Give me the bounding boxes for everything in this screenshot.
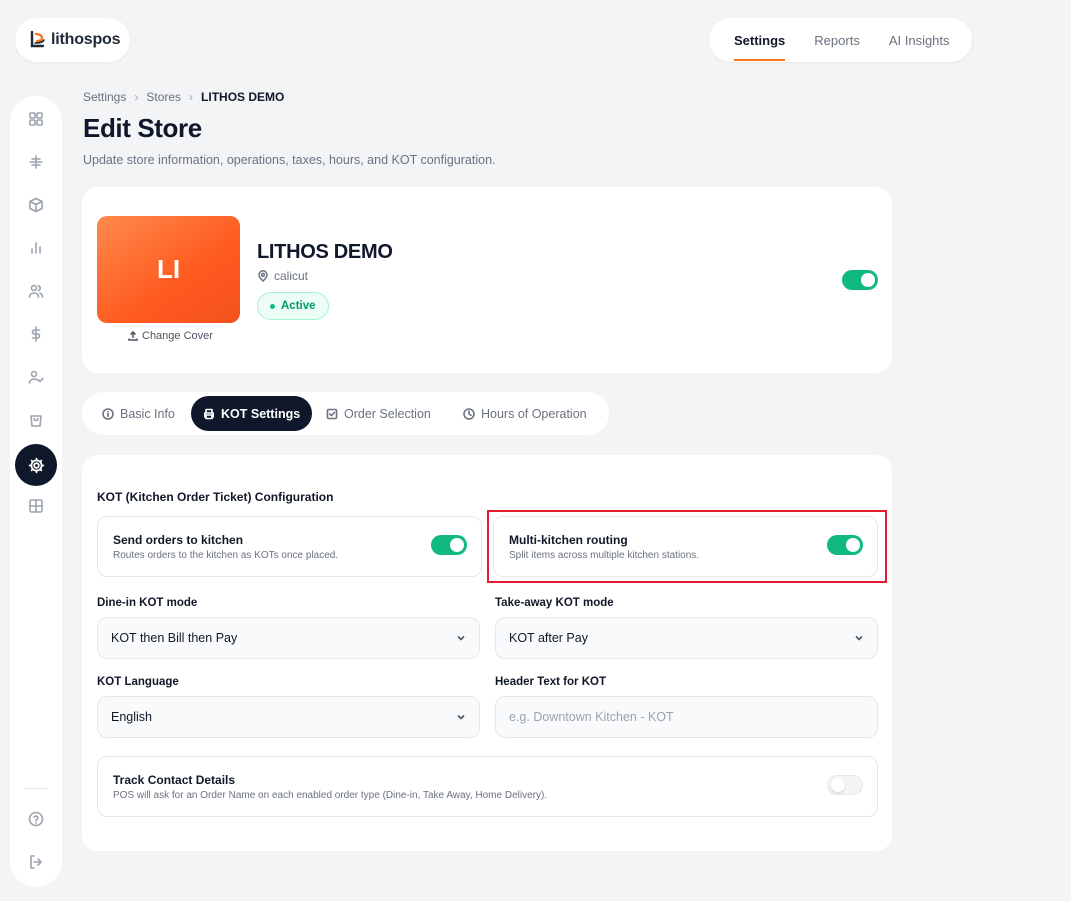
chart-icon[interactable] [25,237,47,259]
tab-hours-label: Hours of Operation [481,406,587,421]
chevron-down-icon [455,711,467,723]
breadcrumb-current: LITHOS DEMO [201,90,285,104]
store-location: calicut [257,269,308,283]
clock-icon [463,407,475,420]
take-away-value: KOT after Pay [509,631,588,645]
brand-name: lithospos [51,31,121,48]
track-contact-desc: POS will ask for an Order Name on each e… [113,790,548,801]
page-title: Edit Store [83,113,202,143]
chevron-down-icon [455,632,467,644]
upload-icon [128,331,138,341]
breadcrumb-separator: › [189,90,194,104]
users-icon[interactable] [25,280,47,302]
dollar-icon[interactable] [25,323,47,345]
store-card: LI Change Cover LITHOS DEMO calicut Acti… [82,187,892,373]
printer-icon [204,408,214,419]
kot-language-value: English [111,710,152,724]
info-icon [102,407,114,420]
box-icon[interactable] [25,194,47,216]
grid-icon[interactable] [25,495,47,517]
send-orders-toggle[interactable] [431,535,467,555]
breadcrumb: Settings › Stores › LITHOS DEMO [83,90,284,104]
change-cover-label: Change Cover [142,330,213,342]
tab-kot-settings[interactable]: KOT Settings [191,396,313,431]
sidebar-divider [24,788,48,789]
brand-logo[interactable]: lithospos [15,18,130,62]
bag-icon[interactable] [25,409,47,431]
breadcrumb-settings[interactable]: Settings [83,90,126,104]
help-icon[interactable] [25,808,47,830]
chevron-down-icon [853,632,865,644]
gear-icon[interactable] [15,444,57,486]
logout-icon[interactable] [25,851,47,873]
tab-basic-info-label: Basic Info [120,406,175,421]
store-location-text: calicut [274,269,309,283]
dine-in-select[interactable]: KOT then Bill then Pay [97,617,480,659]
tabs-bar: Basic Info KOT Settings Order Selection … [82,392,609,435]
dashboard-icon[interactable] [25,108,47,130]
breadcrumb-separator: › [134,90,139,104]
store-cover: LI [97,216,240,323]
status-badge: Active [257,292,329,320]
nav-ai-insights[interactable]: AI Insights [889,33,950,48]
kot-section-title: KOT (Kitchen Order Ticket) Configuration [97,490,334,504]
nav-reports[interactable]: Reports [814,33,860,48]
send-orders-desc: Routes orders to the kitchen as KOTs onc… [113,550,339,561]
highlight-box [487,510,887,583]
dine-in-value: KOT then Bill then Pay [111,631,238,645]
breadcrumb-stores[interactable]: Stores [146,90,181,104]
hash-icon[interactable] [25,151,47,173]
kot-language-label: KOT Language [97,676,179,688]
track-contact-title: Track Contact Details [113,773,236,787]
checkbox-icon [326,408,338,419]
take-away-select[interactable]: KOT after Pay [495,617,878,659]
header-text-input[interactable] [495,696,878,738]
tab-order-selection[interactable]: Order Selection [314,396,443,431]
nav-settings[interactable]: Settings [734,33,786,61]
store-name: LITHOS DEMO [257,241,393,263]
track-contact-toggle[interactable] [827,775,863,795]
send-orders-card: Send orders to kitchen Routes orders to … [97,516,482,577]
map-pin-icon [258,270,268,282]
send-orders-title: Send orders to kitchen [113,533,244,547]
top-navigation: Settings Reports AI Insights [709,18,972,62]
header-text-label: Header Text for KOT [495,676,606,688]
track-contact-card: Track Contact Details POS will ask for a… [97,756,878,817]
tab-hours-of-operation[interactable]: Hours of Operation [451,396,599,431]
store-enabled-toggle[interactable] [842,270,878,290]
sidebar [10,96,62,887]
brand-logo-mark [30,30,45,48]
status-label: Active [281,300,316,312]
status-dot [270,303,275,309]
page-subtitle: Update store information, operations, ta… [83,153,496,167]
tab-kot-settings-label: KOT Settings [221,406,301,421]
change-cover-button[interactable]: Change Cover [128,330,213,342]
dine-in-label: Dine-in KOT mode [97,597,198,609]
tab-order-selection-label: Order Selection [344,406,431,421]
take-away-label: Take-away KOT mode [495,597,614,609]
kot-language-select[interactable]: English [97,696,480,738]
user-check-icon[interactable] [25,366,47,388]
tab-basic-info[interactable]: Basic Info [90,396,187,431]
